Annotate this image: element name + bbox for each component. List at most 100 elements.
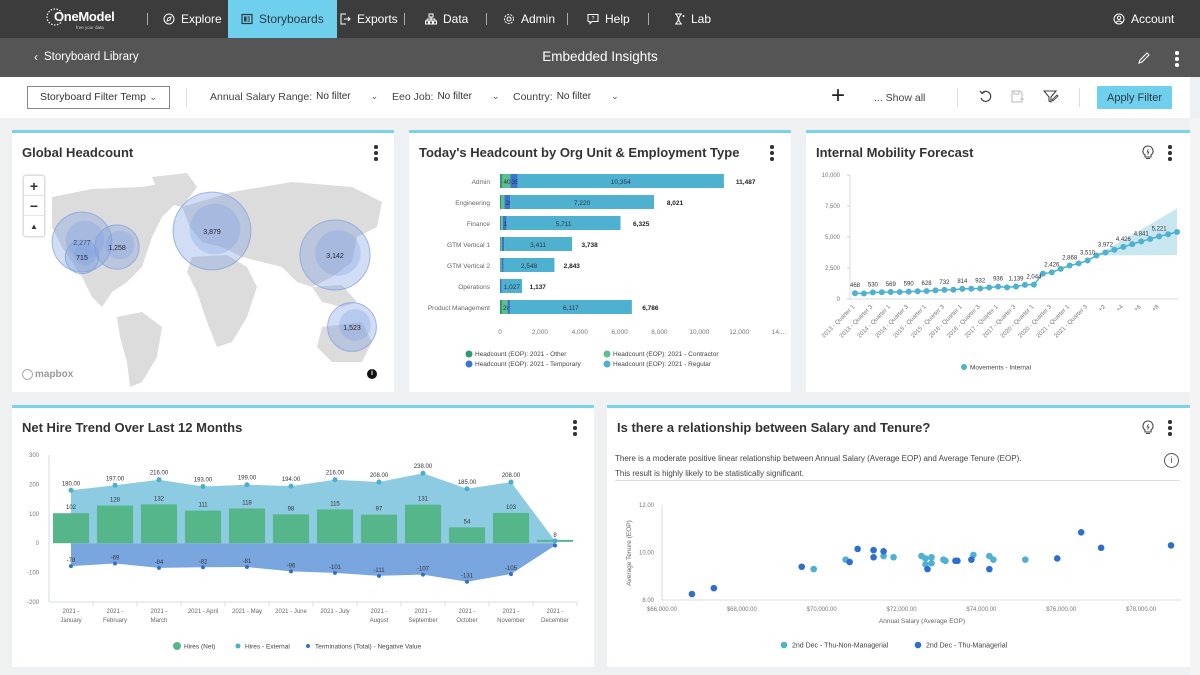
back-to-library-link[interactable]: ‹ Storyboard Library [34,50,139,64]
filter-template-select[interactable]: Storyboard Filter Temp ⌄ [27,86,170,109]
data-point [914,288,921,295]
y-tick-label: 300 [29,453,40,459]
card-internal-mobility: Internal Mobility Forecast 0 2,500 5,000 7,… [806,130,1190,392]
y-tick-label: 7,500 [825,204,841,210]
hires-net-label: 111 [198,503,208,509]
nav-storyboards[interactable]: Storyboards [228,0,337,38]
bar-segment [500,174,503,188]
bar-segment [500,300,502,314]
legend-label: Headcount (EOP): 2021 - Regular [613,361,712,368]
termination-point [69,564,73,569]
nav-help[interactable]: ? Help [587,0,630,38]
insights-button[interactable] [1142,145,1154,165]
account-button[interactable]: Account [1113,0,1174,38]
hires-external-point [376,479,382,485]
filter-country[interactable]: Country: No filter ⌄ [513,91,619,103]
hires-net-bar [492,512,530,544]
mapbox-label: mapbox [35,369,74,380]
data-point [1084,257,1091,264]
card-menu-button[interactable] [770,145,774,161]
hires-external-label: 216.00 [150,471,169,477]
page-scrollbar[interactable] [1190,118,1200,675]
termination-label: -82 [199,559,208,565]
bar-total-label: 1,137 [530,284,547,291]
filter-eeo-job[interactable]: Eeo Job: No filter ⌄ [392,91,499,103]
onemodel-logo[interactable]: OneModel free your data [46,6,115,32]
termination-point [201,565,205,570]
bar-segment [507,300,510,314]
show-all-filters-link[interactable]: ... Show all [874,92,925,104]
map-bubble-label: 715 [76,255,88,262]
data-point [995,283,1002,290]
reset-bearing-button[interactable]: ▲ [24,216,44,236]
nav-data[interactable]: Data [425,0,468,38]
scatter-point [942,557,949,565]
bar-segment [501,216,503,230]
edit-filters-button[interactable] [1042,89,1059,109]
save-filter-button[interactable] [1010,89,1025,109]
nav-lab[interactable]: Lab [673,0,711,38]
data-point [1048,269,1055,276]
nav-divider [486,13,487,25]
chevron-down-icon: ⌄ [491,91,500,101]
data-point-label: 814 [957,279,968,285]
legend-marker [780,641,788,649]
data-point [1138,238,1145,245]
x-tick-label: $78,000.00 [1126,607,1157,613]
data-point-label: 569 [886,282,897,288]
salary-tenure-scatter: 12.00 10.00 8.00 $66,000.00 $68,000.00 $70,00… [626,503,1181,650]
nav-admin[interactable]: Admin [503,0,555,38]
add-filter-button[interactable]: + [831,84,845,108]
mapbox-attribution[interactable]: mapbox [22,369,73,380]
x-axis-title: Annual Salary (Average EOP) [879,618,965,625]
save-filter-icon [1011,90,1024,103]
filter-annual-salary-range[interactable]: Annual Salary Range: No filter ⌄ [210,91,378,103]
bar-total-label: 6,325 [633,221,650,228]
card-menu-button[interactable] [1168,420,1172,436]
termination-point [553,543,557,548]
storyboard-icon [241,13,253,25]
legend-marker [914,641,922,649]
x-tick-label: +2 [1098,304,1108,314]
zoom-out-button[interactable]: − [24,196,44,216]
termination-label: -107 [417,567,430,573]
map-info-button[interactable]: i [367,369,377,379]
nav-exports[interactable]: Exports [339,0,398,38]
hires-net-label: 128 [110,498,121,504]
card-title: Net Hire Trend Over Last 12 Months [22,420,243,435]
insight-info-button[interactable]: i [1164,453,1179,468]
reset-filters-button[interactable] [978,89,993,109]
storyboard-menu-button[interactable] [1175,51,1179,67]
plus-icon: + [29,177,39,194]
zoom-in-button[interactable]: + [24,176,44,196]
card-menu-button[interactable] [1168,145,1172,161]
card-title: Is there a relationship between Salary a… [617,420,931,435]
world-map[interactable]: 2,2777151,2583,8793,1421,523 [12,167,394,392]
data-point [905,288,912,295]
apply-filter-button[interactable]: Apply Filter [1097,86,1172,109]
legend-label: Terminations (Total) - Negative Value [315,644,421,651]
card-menu-button[interactable] [573,420,577,436]
card-title: Today's Headcount by Org Unit & Employme… [419,145,740,160]
data-point-label: 2,426 [1044,262,1060,268]
x-tick-label: December [541,618,569,624]
nav-label: Storyboards [259,12,324,26]
plus-icon: + [831,82,846,109]
top-nav: OneModel free your data Explore Storyboa… [0,0,1200,38]
nav-explore[interactable]: Explore [163,0,222,38]
pencil-icon [1138,52,1150,64]
export-icon [340,13,351,25]
termination-label: -105 [505,566,518,572]
edit-storyboard-button[interactable] [1137,51,1151,70]
data-point [1013,283,1019,290]
data-point [941,286,948,293]
x-tick-label: 2021 - [546,609,563,615]
bar-segment [501,195,505,209]
card-headcount-by-org: Today's Headcount by Org Unit & Employme… [409,130,791,392]
card-menu-button[interactable] [374,145,378,161]
y-tick-label: 0 [36,541,40,547]
insights-button[interactable] [1142,420,1154,440]
x-tick-label: October [456,618,477,624]
card-net-hire-trend: Net Hire Trend Over Last 12 Months 300 20… [12,405,594,667]
x-tick-label: $68,000.00 [727,607,758,613]
